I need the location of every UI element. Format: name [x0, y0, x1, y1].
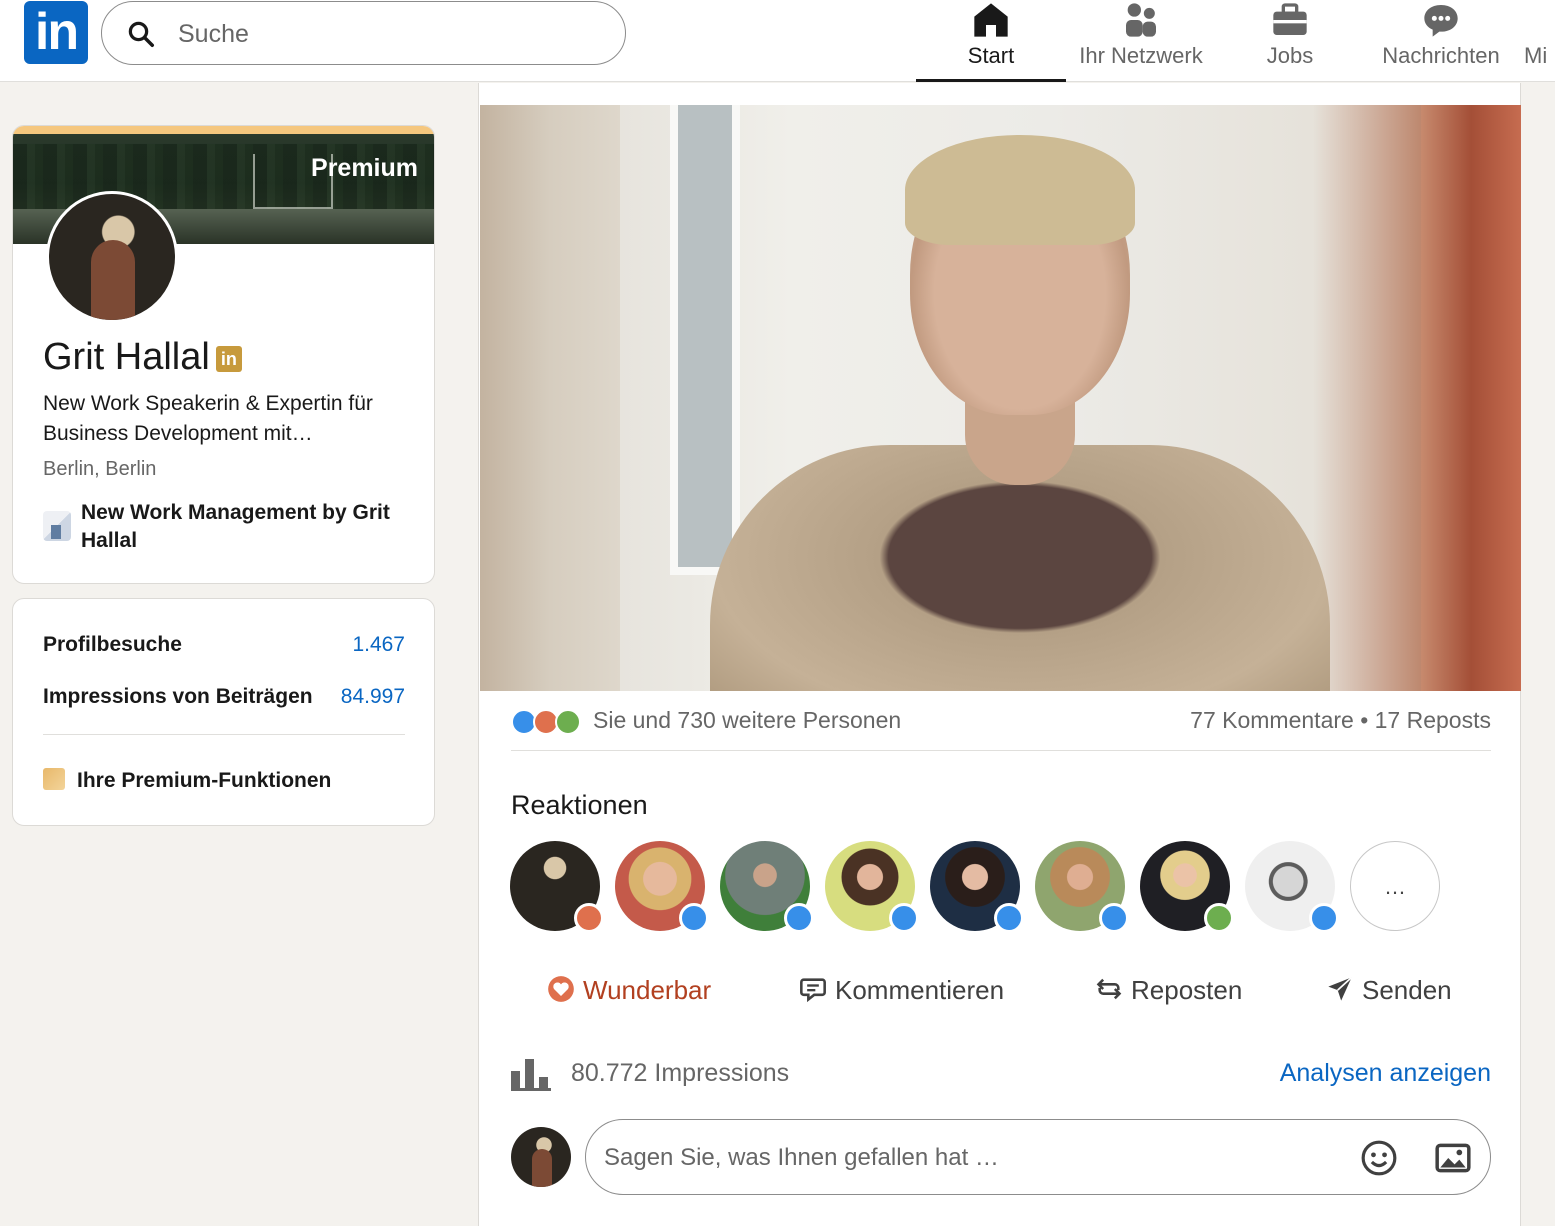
nav-label: Jobs	[1266, 43, 1314, 68]
reactions-summary[interactable]: Sie und 730 weitere Personen	[593, 707, 901, 734]
company-logo-icon	[43, 511, 71, 541]
comment-input-container[interactable]	[585, 1119, 1491, 1195]
nav-label: Nachrichten	[1382, 43, 1500, 68]
avatar	[511, 1127, 571, 1187]
social-counts: Sie und 730 weitere Personen 77 Kommenta…	[511, 695, 1491, 751]
profile-location: Berlin, Berlin	[43, 458, 157, 480]
analytics-link[interactable]: Analysen anzeigen	[1280, 1059, 1491, 1088]
nav-item-notifications[interactable]: Mi	[1524, 0, 1555, 82]
reactions-heading: Reaktionen	[511, 790, 648, 820]
heart-icon	[548, 976, 574, 1002]
reactor-avatar[interactable]	[720, 841, 814, 933]
reactor-avatar[interactable]	[1245, 841, 1339, 933]
bar-chart-icon	[511, 1059, 551, 1091]
nav-label: Mi	[1524, 43, 1548, 68]
stat-profile-visits[interactable]: Profilbesuche 1.467	[43, 633, 405, 657]
support-reaction-icon	[555, 709, 581, 735]
reactor-avatar[interactable]	[1035, 841, 1129, 933]
reactor-avatar[interactable]	[615, 841, 709, 933]
support-reaction-icon	[1204, 903, 1234, 933]
notifications-icon	[1524, 0, 1555, 40]
repost-button[interactable]: Reposten	[1095, 975, 1242, 1006]
react-button[interactable]: Wunderbar	[547, 975, 711, 1006]
profile-card: Premium Grit Hallal in New Work Speakerin…	[12, 125, 435, 584]
react-label: Wunderbar	[583, 975, 712, 1005]
post-image[interactable]	[480, 105, 1521, 691]
search-input[interactable]	[178, 12, 598, 56]
post-actions: Wunderbar Kommentieren Reposten Senden	[511, 963, 1491, 1023]
search-bar[interactable]	[101, 1, 626, 65]
repost-icon	[1096, 978, 1122, 1000]
send-button[interactable]: Senden	[1326, 975, 1452, 1006]
nav-label: Start	[967, 43, 1015, 68]
like-reaction-icon	[889, 903, 919, 933]
stats-card: Profilbesuche 1.467 Impressions von Beit…	[12, 598, 435, 826]
premium-features-link[interactable]: Ihre Premium-Funktionen	[43, 768, 331, 793]
comment-icon	[800, 978, 826, 1003]
network-icon	[1126, 3, 1156, 37]
image-icon[interactable]	[1434, 1139, 1472, 1177]
feed-post: Sie und 730 weitere Personen 77 Kommenta…	[478, 83, 1521, 1226]
profile-name[interactable]: Grit Hallal in	[43, 336, 242, 379]
comments-reposts-count[interactable]: 77 Kommentare • 17 Reposts	[1190, 707, 1491, 734]
nav-item-network[interactable]: Ihr Netzwerk	[1068, 0, 1214, 82]
like-reaction-icon	[1099, 903, 1129, 933]
stat-post-impressions[interactable]: Impressions von Beiträgen 84.997	[43, 685, 405, 709]
reactor-avatar[interactable]	[1140, 841, 1234, 933]
premium-accent-bar	[13, 126, 434, 134]
like-reaction-icon	[784, 903, 814, 933]
premium-in-badge-icon: in	[215, 346, 242, 372]
divider	[43, 734, 405, 735]
reaction-icons[interactable]	[511, 709, 591, 735]
reactor-avatar[interactable]	[510, 841, 604, 933]
company-name[interactable]: New Work Management by Grit Hallal	[81, 499, 413, 555]
stat-label: Impressions von Beiträgen	[43, 685, 313, 708]
like-reaction-icon	[994, 903, 1024, 933]
briefcase-icon	[1273, 3, 1307, 35]
premium-icon	[43, 768, 65, 790]
home-icon	[974, 3, 1008, 37]
image-person	[710, 135, 1330, 691]
nav-label: Ihr Netzwerk	[1079, 43, 1203, 68]
premium-label: Premium	[311, 154, 418, 182]
image-curtain-right	[1421, 105, 1521, 691]
stat-label: Profilbesuche	[43, 633, 182, 656]
nav-item-jobs[interactable]: Jobs	[1240, 0, 1340, 82]
send-label: Senden	[1362, 975, 1452, 1005]
image-person-hair	[905, 135, 1135, 245]
profile-headline: New Work Speakerin & Expertin für Busine…	[43, 392, 373, 445]
image-curtain-left	[480, 105, 620, 691]
impressions-row: 80.772 Impressions Analysen anzeigen	[511, 1053, 1491, 1097]
messaging-icon	[1424, 5, 1458, 37]
linkedin-logo-icon[interactable]: in	[24, 1, 88, 64]
comment-composer	[511, 1119, 1491, 1197]
profile-name-text[interactable]: Grit Hallal	[43, 336, 210, 378]
comment-button[interactable]: Kommentieren	[799, 975, 1004, 1006]
stat-value: 84.997	[340, 685, 405, 708]
send-icon	[1328, 976, 1353, 1001]
comment-input[interactable]	[604, 1136, 1304, 1180]
top-navigation: in Start Ihr Netzwerk Jobs Nachrichten M…	[0, 0, 1555, 82]
nav-item-start[interactable]: Start	[916, 0, 1066, 82]
reactor-avatar[interactable]	[930, 841, 1024, 933]
stat-value: 1.467	[352, 633, 405, 656]
premium-features-label: Ihre Premium-Funktionen	[77, 769, 332, 792]
like-reaction-icon	[1309, 903, 1339, 933]
profile-avatar[interactable]	[46, 191, 178, 323]
repost-label: Reposten	[1131, 975, 1243, 1005]
emoji-icon[interactable]	[1360, 1139, 1398, 1177]
nav-item-messaging[interactable]: Nachrichten	[1376, 0, 1506, 82]
like-reaction-icon	[679, 903, 709, 933]
comment-label: Kommentieren	[835, 975, 1005, 1005]
reactor-avatar[interactable]	[825, 841, 919, 933]
more-reactors-button[interactable]: …	[1350, 841, 1440, 931]
love-reaction-icon	[574, 903, 604, 933]
search-icon	[128, 21, 154, 47]
impressions-count: 80.772 Impressions	[571, 1059, 790, 1087]
